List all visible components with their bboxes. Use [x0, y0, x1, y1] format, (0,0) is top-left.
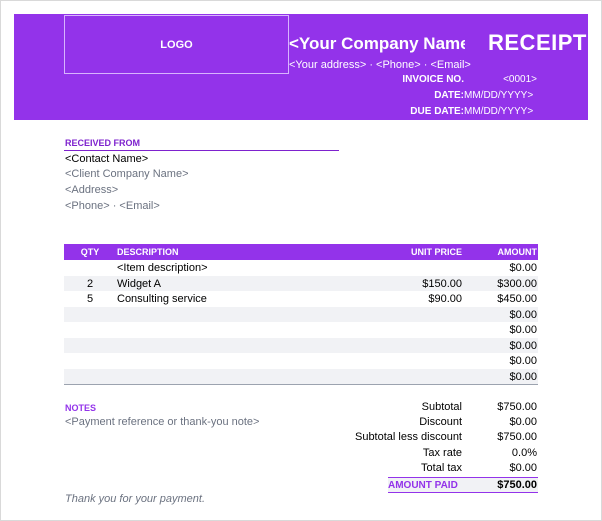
amount-paid-row: AMOUNT PAID $750.00 [388, 477, 538, 493]
receipt-header: LOGO <Your Company Name> RECEIPT <Your a… [14, 14, 588, 120]
subtotal-less-discount-label: Subtotal less discount [354, 431, 462, 443]
cell-amount: $0.00 [509, 324, 537, 336]
cell-amount: $450.00 [497, 293, 537, 305]
due-date-value: MM/DD/YYYY> [464, 106, 534, 117]
line-items-table: QTY DESCRIPTION UNIT PRICE AMOUNT <Item … [64, 244, 538, 385]
subtotal-less-discount-row: Subtotal less discount $750.00 [338, 431, 538, 446]
logo-text: LOGO [160, 38, 193, 51]
cell-unit-price: $150.00 [422, 277, 462, 290]
cell-amount: $0.00 [509, 339, 537, 352]
table-row: 2 Widget A $150.00 $300.00 [64, 275, 538, 291]
table-row: $0.00 [64, 322, 538, 338]
table-row: $0.00 [64, 353, 538, 369]
received-from-divider [64, 150, 339, 151]
company-contact-line: <Your address> · <Phone> · <Email> [289, 59, 471, 71]
due-date-label: DUE DATE: [410, 106, 464, 117]
cell-amount: $0.00 [509, 370, 537, 383]
table-bottom-rule [64, 384, 538, 385]
cell-amount: $300.00 [497, 277, 537, 290]
amount-paid-value: $750.00 [497, 479, 537, 491]
total-tax-value: $0.00 [509, 462, 537, 474]
company-name: <Your Company Name> [289, 34, 465, 53]
header-amount: AMOUNT [497, 247, 538, 257]
invoice-number-value: <0001> [503, 74, 537, 85]
client-company-name: <Client Company Name> [65, 168, 189, 180]
table-row: $0.00 [64, 337, 538, 353]
subtotal-value: $750.00 [497, 401, 537, 413]
cell-amount: $0.00 [509, 355, 537, 367]
table-row: 5 Consulting service $90.00 $450.00 [64, 291, 538, 307]
cell-unit-price: $90.00 [428, 293, 462, 305]
due-date-row: DUE DATE: MM/DD/YYYY> [314, 106, 537, 120]
discount-label: Discount [419, 416, 462, 428]
date-label: DATE: [434, 90, 464, 101]
table-row: $0.00 [64, 368, 538, 384]
cell-amount: $0.00 [509, 308, 537, 321]
tax-rate-value: 0.0% [511, 447, 537, 459]
header-unit-price: UNIT PRICE [410, 247, 462, 257]
cell-description: <Item description> [117, 262, 208, 274]
discount-row: Discount $0.00 [338, 416, 538, 431]
client-phone-email: <Phone> · <Email> [65, 200, 160, 212]
header-qty: QTY [80, 247, 100, 257]
discount-value: $0.00 [509, 416, 537, 428]
received-from-title: RECEIVED FROM [65, 138, 141, 148]
subtotal-less-discount-value: $750.00 [497, 431, 537, 443]
date-value: MM/DD/YYYY> [464, 90, 534, 101]
contact-name: <Contact Name> [65, 153, 149, 165]
cell-qty: 5 [86, 293, 94, 305]
table-row: $0.00 [64, 306, 538, 322]
total-tax-row: Total tax $0.00 [338, 462, 538, 477]
notes-title: NOTES [65, 403, 97, 413]
header-description: DESCRIPTION [117, 247, 179, 257]
amount-paid-label: AMOUNT PAID [388, 480, 458, 491]
table-header: QTY DESCRIPTION UNIT PRICE AMOUNT [64, 244, 538, 260]
tax-rate-label: Tax rate [422, 447, 462, 459]
cell-amount: $0.00 [509, 262, 537, 274]
cell-description: Consulting service [117, 293, 207, 305]
logo-placeholder: LOGO [64, 15, 289, 74]
notes-text: <Payment reference or thank-you note> [65, 416, 260, 428]
total-tax-label: Total tax [421, 462, 462, 474]
subtotal-row: Subtotal $750.00 [338, 401, 538, 416]
tax-rate-row: Tax rate 0.0% [338, 447, 538, 462]
client-address: <Address> [65, 184, 119, 196]
thank-you-message: Thank you for your payment. [65, 493, 206, 505]
subtotal-label: Subtotal [421, 401, 462, 413]
cell-description: Widget A [117, 277, 162, 290]
receipt-title: RECEIPT [488, 30, 587, 55]
date-row: DATE: MM/DD/YYYY> [314, 90, 537, 104]
invoice-number-label: INVOICE NO. [402, 74, 464, 85]
table-row: <Item description> $0.00 [64, 260, 538, 276]
invoice-number-row: INVOICE NO. <0001> [314, 74, 537, 88]
cell-qty: 2 [86, 277, 94, 290]
